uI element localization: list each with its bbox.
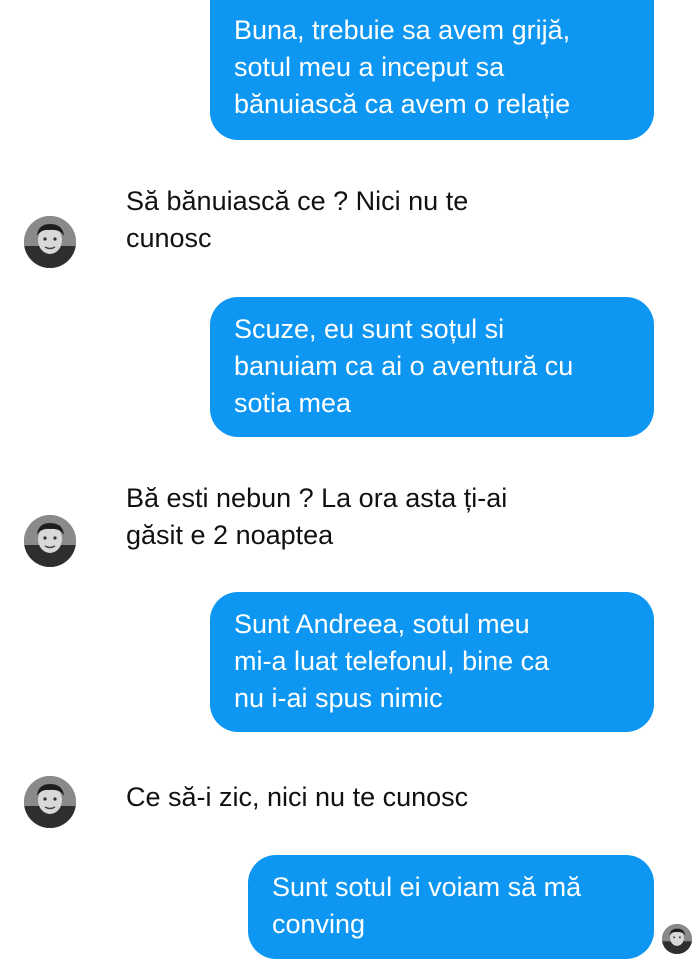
contact-avatar-icon[interactable] bbox=[24, 776, 76, 828]
incoming-message[interactable]: Ce să-i zic, nici nu te cunosc bbox=[126, 779, 606, 816]
outgoing-message[interactable]: Scuze, eu sunt soțul si banuiam ca ai o … bbox=[210, 297, 654, 437]
person-photo-icon bbox=[24, 515, 76, 567]
seen-receipt-avatar-icon bbox=[662, 924, 692, 954]
outgoing-message[interactable]: Sunt sotul ei voiam să mă conving bbox=[248, 855, 654, 959]
contact-avatar-icon[interactable] bbox=[24, 515, 76, 567]
outgoing-message[interactable]: Buna, trebuie sa avem grijă, sotul meu a… bbox=[210, 0, 654, 140]
contact-avatar-icon[interactable] bbox=[24, 216, 76, 268]
chat-thread: Buna, trebuie sa avem grijă, sotul meu a… bbox=[0, 0, 700, 966]
person-photo-icon bbox=[24, 216, 76, 268]
outgoing-message[interactable]: Sunt Andreea, sotul meu mi-a luat telefo… bbox=[210, 592, 654, 732]
person-photo-icon bbox=[662, 924, 692, 954]
incoming-message[interactable]: Bă esti nebun ? La ora asta ți-ai găsit … bbox=[126, 480, 566, 554]
incoming-message[interactable]: Să bănuiască ce ? Nici nu te cunosc bbox=[126, 183, 566, 257]
person-photo-icon bbox=[24, 776, 76, 828]
